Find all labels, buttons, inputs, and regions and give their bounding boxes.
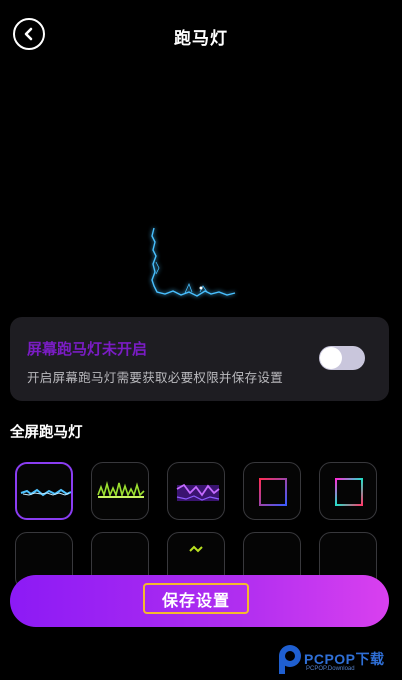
header: 跑马灯 <box>0 0 402 70</box>
style-thumb-red-blue-frame[interactable] <box>243 462 301 520</box>
status-title: 屏幕跑马灯未开启 <box>27 340 148 358</box>
lightning-preview <box>145 222 245 302</box>
save-label: 保存设置 <box>161 590 230 610</box>
save-settings-button[interactable]: 保存设置 <box>10 575 389 627</box>
watermark: PCPOP下载 PCPOP.Download <box>276 640 402 680</box>
save-label-highlight: 保存设置 <box>143 583 249 614</box>
pcpop-logo-icon <box>279 645 301 674</box>
style-thumb-green-lightning[interactable] <box>91 462 149 520</box>
watermark-subtext: PCPOP.Download <box>306 666 355 672</box>
page-title: 跑马灯 <box>174 29 228 49</box>
toggle-knob <box>320 347 342 369</box>
style-thumb-rainbow-frame[interactable] <box>319 462 377 520</box>
section-title: 全屏跑马灯 <box>10 425 83 441</box>
style-thumb-blue-lightning[interactable] <box>15 462 73 520</box>
status-description: 开启屏幕跑马灯需要获取必要权限并保存设置 <box>27 370 284 385</box>
status-card: 屏幕跑马灯未开启 开启屏幕跑马灯需要获取必要权限并保存设置 <box>10 317 389 401</box>
style-thumb-purple-lightning[interactable] <box>167 462 225 520</box>
enable-toggle[interactable] <box>319 346 365 370</box>
